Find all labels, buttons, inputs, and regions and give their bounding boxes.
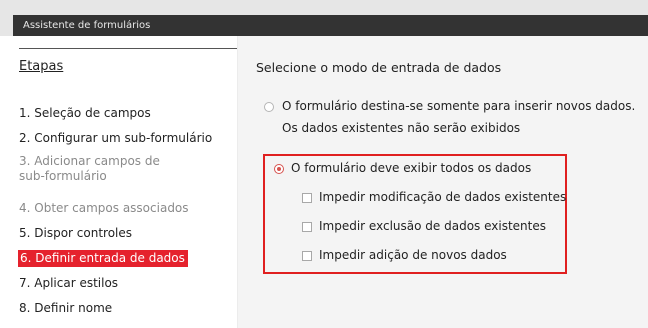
- step-definir-nome[interactable]: 8. Definir nome: [19, 301, 229, 316]
- steps-title: Etapas: [19, 59, 64, 74]
- checkbox-prevent-addition[interactable]: [302, 251, 312, 261]
- step-selecao-campos[interactable]: 1. Seleção de campos: [19, 106, 229, 121]
- step-configurar-subformulario[interactable]: 2. Configurar um sub-formulário: [19, 131, 229, 146]
- title-bar: Assistente de formulários: [0, 0, 648, 36]
- main-panel: Selecione o modo de entrada de dados O f…: [238, 36, 648, 328]
- page-heading: Selecione o modo de entrada de dados: [256, 60, 502, 75]
- step-aplicar-estilos[interactable]: 7. Aplicar estilos: [19, 276, 229, 291]
- checkbox-prevent-modification[interactable]: [302, 193, 312, 203]
- radio-show-all-data-label[interactable]: O formulário deve exibir todos os dados: [291, 161, 531, 175]
- steps-sidebar: Etapas 1. Seleção de campos 2. Configura…: [13, 36, 237, 328]
- radio-new-data-only-sublabel: Os dados existentes não serão exibidos: [282, 121, 521, 135]
- step-dispor-controles[interactable]: 5. Dispor controles: [19, 226, 229, 241]
- step-obter-campos-associados: 4. Obter campos associados: [19, 201, 189, 215]
- checkbox-prevent-deletion-label[interactable]: Impedir exclusão de dados existentes: [319, 219, 546, 233]
- sidebar-separator: [19, 48, 237, 49]
- step-definir-entrada-dados[interactable]: 6. Definir entrada de dados: [18, 250, 188, 267]
- radio-new-data-only-label[interactable]: O formulário destina-se somente para ins…: [282, 99, 635, 113]
- window-title: Assistente de formulários: [13, 15, 648, 36]
- radio-show-all-data[interactable]: [274, 164, 284, 174]
- wizard-frame: Etapas 1. Seleção de campos 2. Configura…: [13, 36, 648, 328]
- radio-new-data-only[interactable]: [264, 102, 274, 112]
- step-adicionar-campos-subformulario: 3. Adicionar campos de sub-formulário: [19, 154, 160, 183]
- checkbox-prevent-deletion[interactable]: [302, 222, 312, 232]
- checkbox-prevent-addition-label[interactable]: Impedir adição de novos dados: [319, 248, 507, 262]
- checkbox-prevent-modification-label[interactable]: Impedir modificação de dados existentes: [319, 190, 566, 204]
